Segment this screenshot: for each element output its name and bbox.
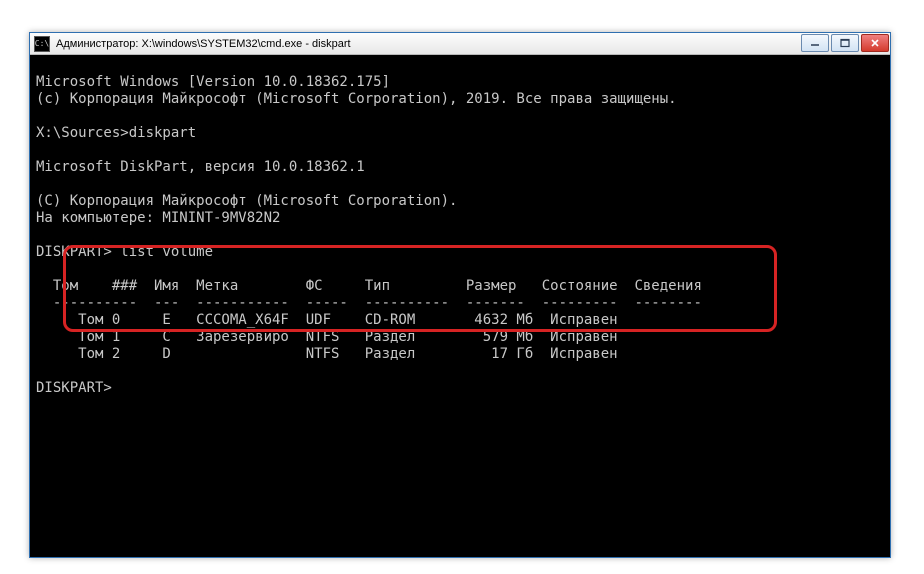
- table-divider: ---------- --- ----------- ----- -------…: [36, 295, 702, 311]
- maximize-button[interactable]: [831, 34, 859, 52]
- table-row: Том 2 D NTFS Раздел 17 Гб Исправен: [36, 346, 618, 362]
- close-button[interactable]: [861, 34, 889, 52]
- terminal-output[interactable]: Microsoft Windows [Version 10.0.18362.17…: [30, 55, 890, 557]
- window-controls: [799, 33, 890, 54]
- prompt-line: DISKPART>: [36, 380, 112, 396]
- output-line: (c) Корпорация Майкрософт (Microsoft Cor…: [36, 91, 677, 107]
- cmd-icon: C:\: [34, 36, 50, 52]
- output-line: Microsoft Windows [Version 10.0.18362.17…: [36, 74, 390, 90]
- window-title: Администратор: X:\windows\SYSTEM32\cmd.e…: [54, 38, 799, 50]
- output-line: На компьютере: MININT-9MV82N2: [36, 210, 280, 226]
- titlebar[interactable]: C:\ Администратор: X:\windows\SYSTEM32\c…: [30, 33, 890, 55]
- prompt-line: X:\Sources>diskpart: [36, 125, 196, 141]
- minimize-button[interactable]: [801, 34, 829, 52]
- output-line: Microsoft DiskPart, версия 10.0.18362.1: [36, 159, 365, 175]
- table-row: Том 0 E CCCOMA_X64F UDF CD-ROM 4632 Мб И…: [36, 312, 618, 328]
- table-header: Том ### Имя Метка ФС Тип Размер Состояни…: [36, 278, 702, 294]
- table-row: Том 1 C Зарезервиро NTFS Раздел 579 Мб И…: [36, 329, 618, 345]
- prompt-line: DISKPART> list volume: [36, 244, 213, 260]
- output-line: (C) Корпорация Майкрософт (Microsoft Cor…: [36, 193, 457, 209]
- cmd-window: C:\ Администратор: X:\windows\SYSTEM32\c…: [29, 32, 891, 558]
